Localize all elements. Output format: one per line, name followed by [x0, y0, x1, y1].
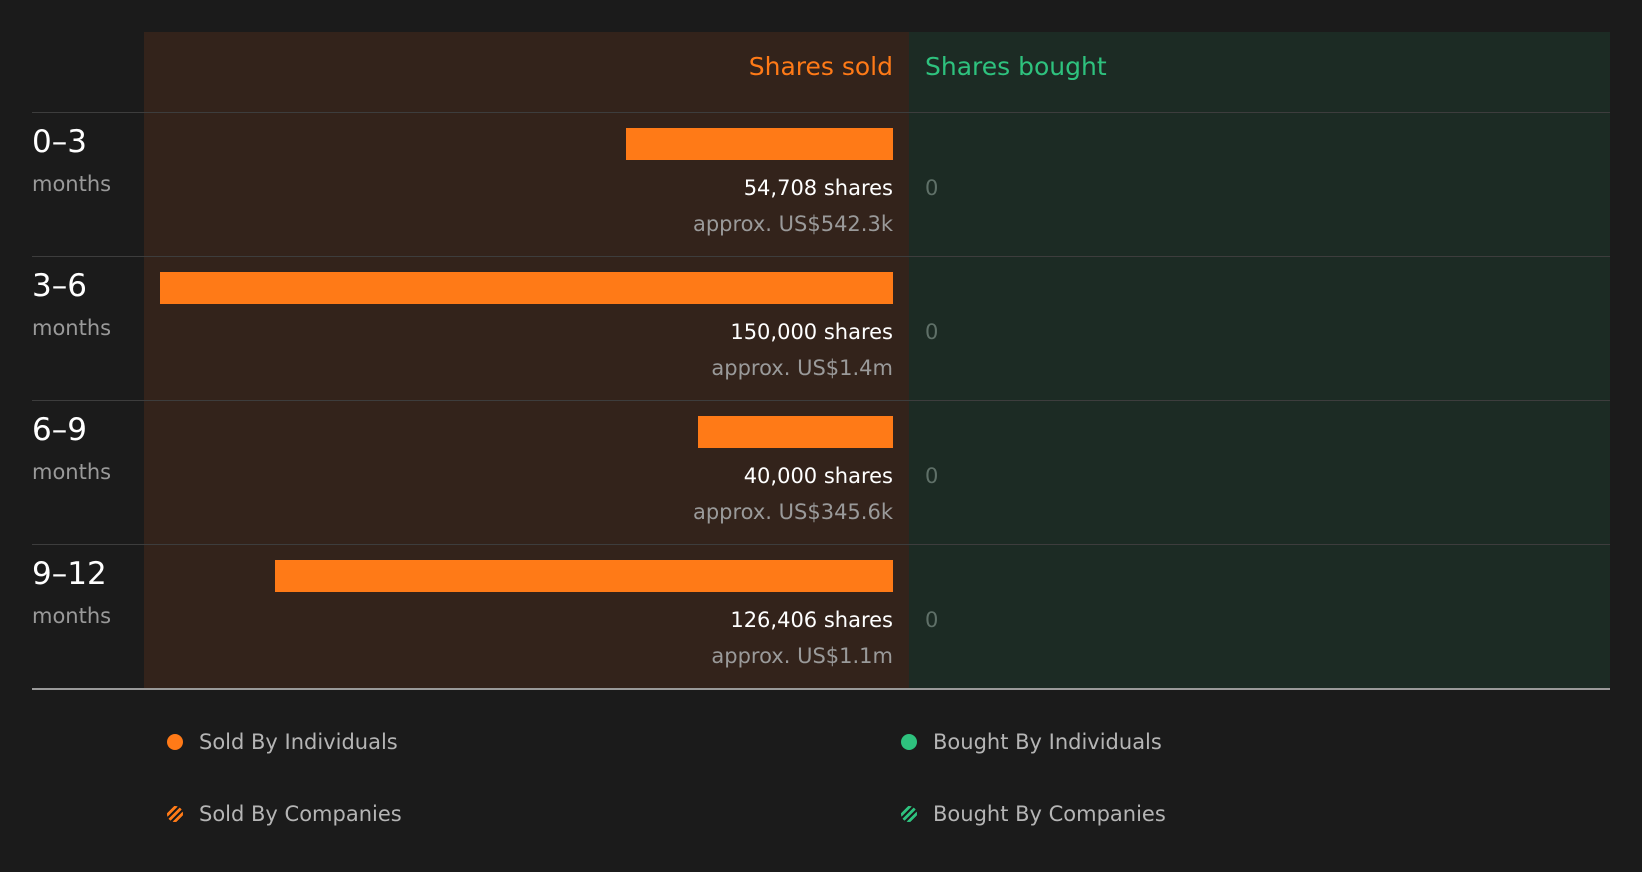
sold-bar	[698, 416, 893, 448]
period-unit: months	[32, 172, 112, 196]
legend-label: Sold By Companies	[199, 802, 402, 826]
legend-item: Bought By Individuals	[901, 727, 1162, 757]
sold-value-label: approx. US$1.4m	[711, 356, 893, 380]
row-divider	[32, 544, 1610, 545]
header-divider	[32, 112, 1610, 113]
solid-dot-icon	[167, 734, 183, 750]
period-unit: months	[32, 604, 112, 628]
sold-value-label: approx. US$1.1m	[711, 644, 893, 668]
sold-bar	[626, 128, 893, 160]
period-unit: months	[32, 460, 112, 484]
period-label: 0–3	[32, 124, 87, 160]
shares-bought-label: 0	[925, 176, 939, 200]
row-divider	[32, 400, 1610, 401]
legend-label: Sold By Individuals	[199, 730, 398, 754]
shares-sold-label: 40,000 shares	[743, 464, 893, 488]
period-label: 3–6	[32, 268, 87, 304]
shares-sold-label: 150,000 shares	[730, 320, 893, 344]
period-unit: months	[32, 316, 112, 340]
shares-sold-label: 126,406 shares	[730, 608, 893, 632]
shares-bought-label: 0	[925, 608, 939, 632]
solid-dot-icon	[901, 734, 917, 750]
shares-sold-header: Shares sold	[748, 52, 893, 81]
table-row: 6–9 months 40,000 shares approx. US$345.6k 0	[0, 400, 1642, 544]
axis-baseline	[32, 688, 1610, 690]
striped-swatch-icon	[167, 806, 183, 822]
sold-value-label: approx. US$542.3k	[692, 212, 893, 236]
shares-bought-label: 0	[925, 464, 939, 488]
shares-bought-label: 0	[925, 320, 939, 344]
shares-sold-label: 54,708 shares	[743, 176, 893, 200]
table-row: 3–6 months 150,000 shares approx. US$1.4m 0	[0, 256, 1642, 400]
legend-item: Sold By Companies	[167, 799, 402, 829]
table-row: 9–12 months 126,406 shares approx. US$1.1m 0	[0, 544, 1642, 688]
period-label: 6–9	[32, 412, 87, 448]
insider-trading-chart: Shares sold Shares bought 0–3 months 54,70…	[0, 0, 1642, 872]
legend-label: Bought By Individuals	[933, 730, 1162, 754]
shares-bought-header: Shares bought	[925, 52, 1107, 81]
row-divider	[32, 256, 1610, 257]
sold-bar	[275, 560, 893, 592]
striped-swatch-icon	[901, 806, 917, 822]
legend-item: Bought By Companies	[901, 799, 1166, 829]
table-row: 0–3 months 54,708 shares approx. US$542.3k 0	[0, 112, 1642, 256]
legend-item: Sold By Individuals	[167, 727, 398, 757]
sold-bar	[160, 272, 893, 304]
sold-value-label: approx. US$345.6k	[692, 500, 893, 524]
legend-label: Bought By Companies	[933, 802, 1166, 826]
period-label: 9–12	[32, 556, 107, 592]
